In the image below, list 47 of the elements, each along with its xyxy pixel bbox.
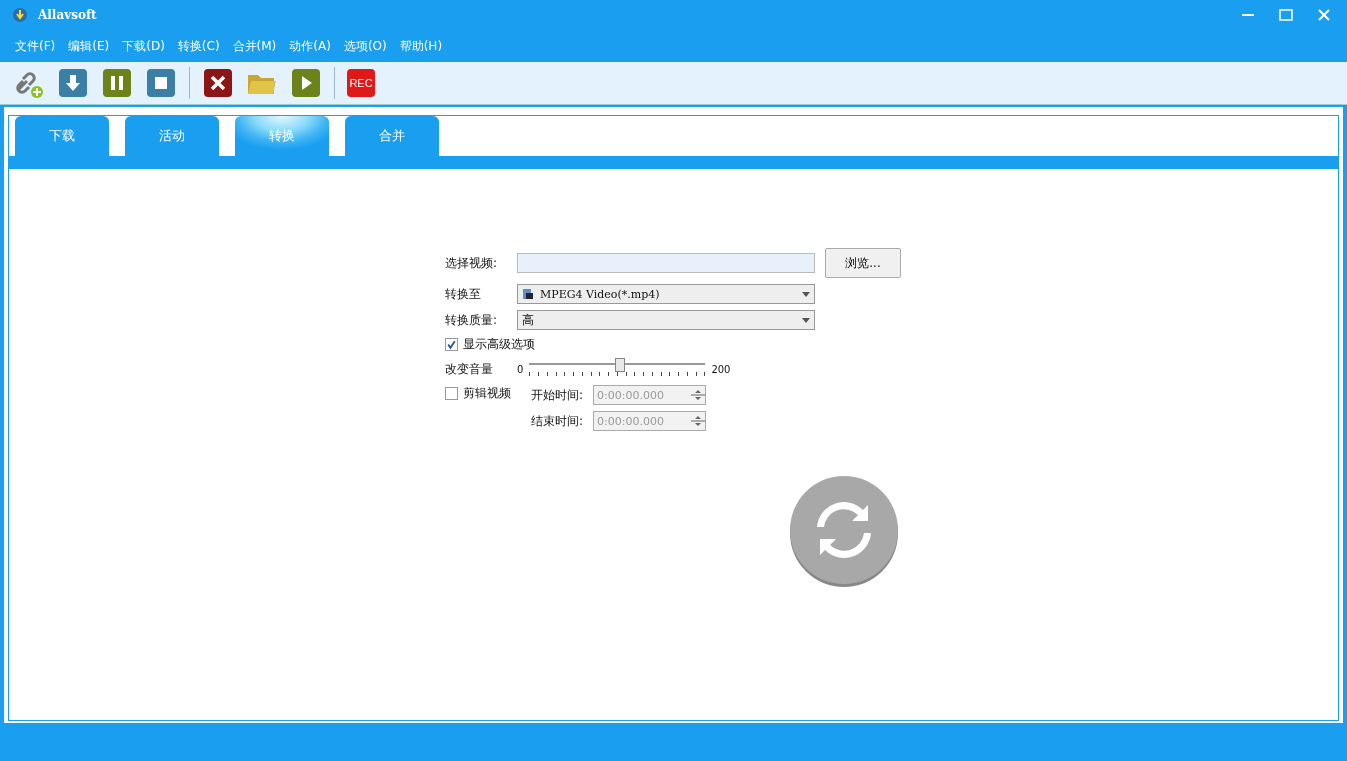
field-label: 转换质量: [445,311,499,329]
checkbox-label: 剪辑视频 [463,385,511,402]
slider-max-label: 200 [711,363,731,375]
menu-item[interactable]: 帮助(H) [399,37,443,55]
play-icon[interactable] [290,67,322,99]
end-time-field: 0:00:00.000 [593,411,707,431]
field-label: 开始时间: [531,386,584,404]
dropdown-arrow-icon [802,291,810,297]
app-logo-icon [12,7,28,23]
dropdown-arrow-icon [802,317,810,323]
field-label: 改变音量 [445,360,494,378]
stop-icon[interactable] [145,67,177,99]
record-button[interactable]: REC [347,69,375,97]
video-file-icon [522,288,534,300]
tab[interactable]: 下载 [15,116,109,156]
field-label: 结束时间: [531,412,584,430]
field-label: 转换至 [445,285,482,303]
window-title: Allavsoft [38,8,97,22]
video-path-field[interactable] [517,253,815,273]
convert-icon[interactable] [788,475,900,587]
menu-item[interactable]: 合并(M) [232,37,277,55]
spinner-arrows-icon [691,387,706,403]
menu-item[interactable]: 下载(D) [122,37,165,55]
delete-icon[interactable] [202,67,234,99]
maximize-icon[interactable] [1279,8,1293,22]
tab[interactable]: 转换 [235,116,329,156]
start-time-field: 0:00:00.000 [593,385,707,405]
quality-dropdown[interactable]: 高 [517,310,815,330]
menu-item[interactable]: 转换(C) [177,37,220,55]
field-label: 选择视频: [445,254,499,272]
tab[interactable]: 合并 [345,116,439,156]
pause-icon[interactable] [101,67,133,99]
format-dropdown[interactable]: MPEG4 Video(*.mp4) [517,284,815,304]
menu-item[interactable]: 动作(A) [289,37,331,55]
download-icon[interactable] [57,67,89,99]
slider-min-label: 0 [517,363,524,375]
tab[interactable]: 活动 [125,116,219,156]
volume-slider[interactable] [529,359,706,379]
checkbox-label: 显示高级选项 [463,336,535,353]
close-icon[interactable] [1317,8,1331,22]
browse-button[interactable]: 浏览... [825,248,901,278]
menu-item[interactable]: 选项(O) [343,37,387,55]
menu-item[interactable]: 文件(F) [15,37,56,55]
checkbox[interactable] [445,338,458,351]
checkbox[interactable] [445,387,458,400]
menu-item[interactable]: 编辑(E) [68,37,110,55]
spinner-arrows-icon [691,413,706,429]
